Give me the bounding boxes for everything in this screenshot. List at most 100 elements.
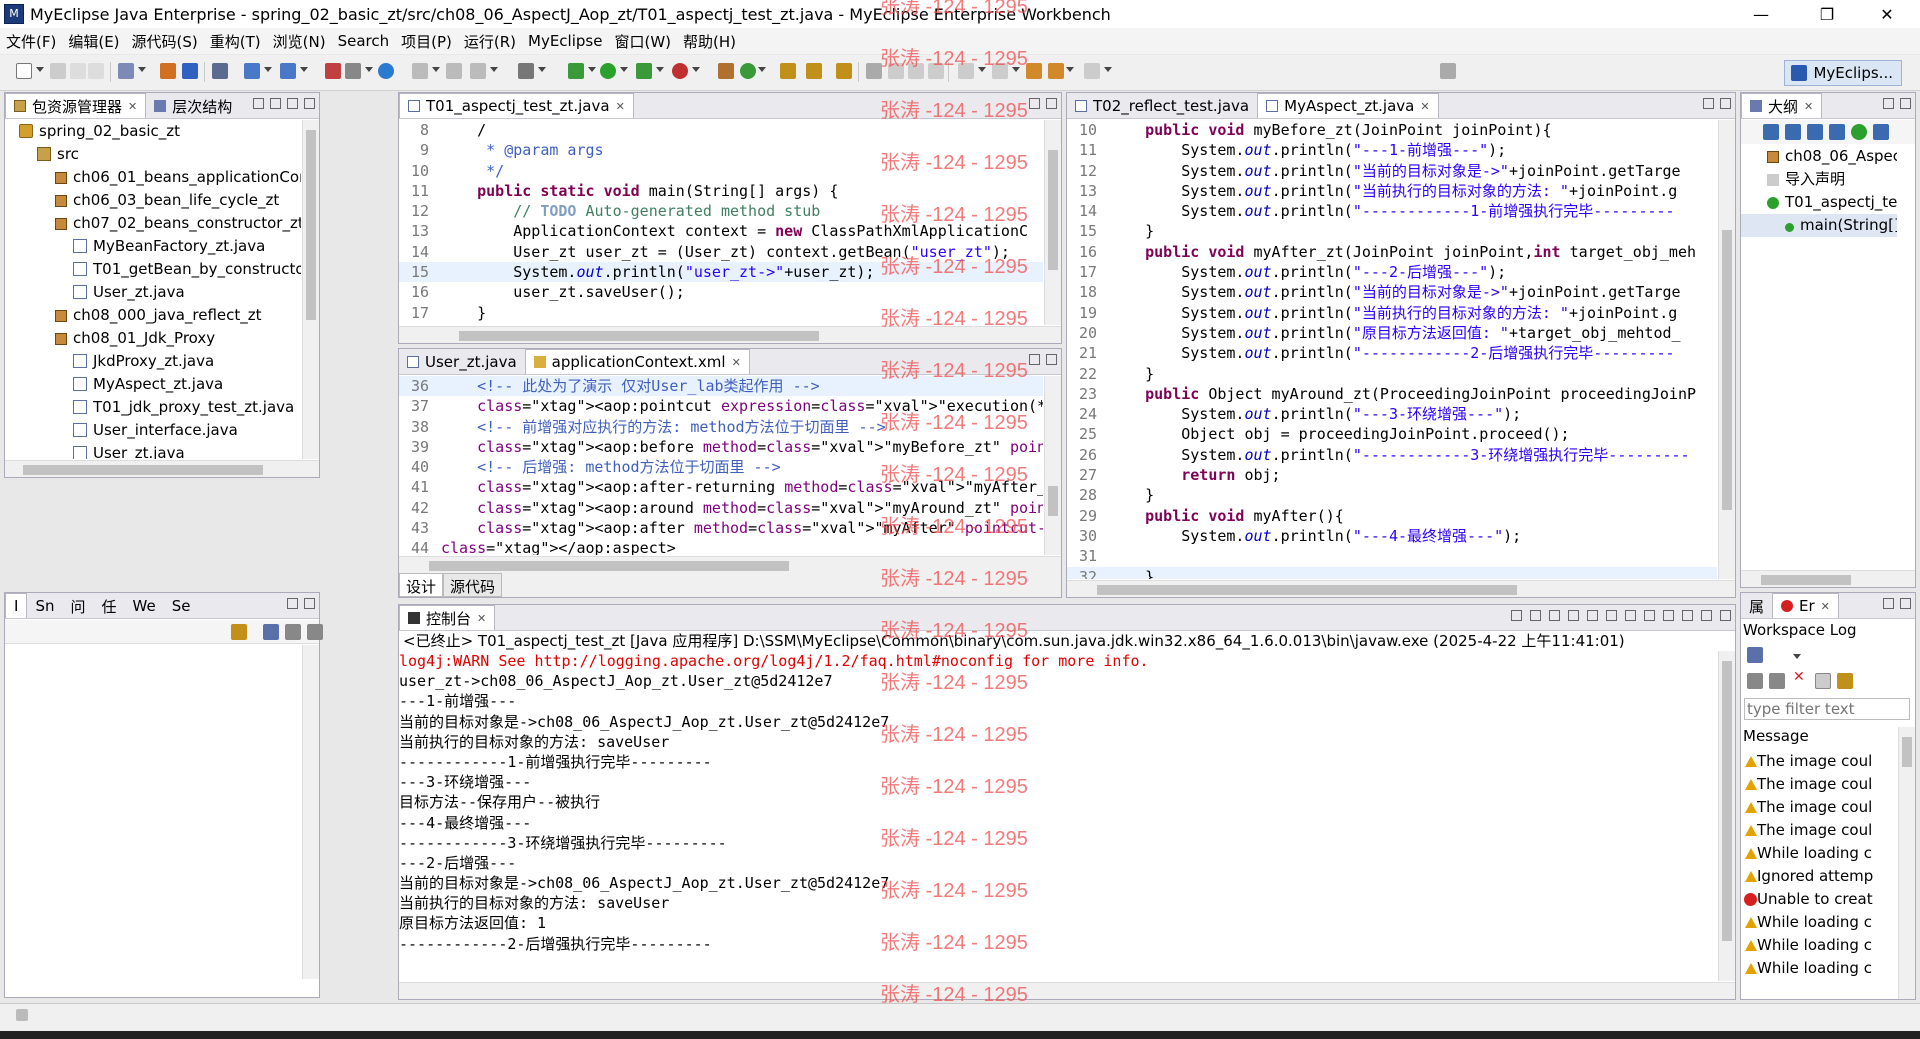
- code-line[interactable]: 18 System.out.println("当前的目标对象是->"+joinP…: [1067, 282, 1717, 302]
- tree-item-java[interactable]: User_zt.java: [5, 281, 301, 304]
- open-perspective-icon[interactable]: [1440, 63, 1456, 79]
- tab-myaspect[interactable]: MyAspect_zt.java ✕: [1257, 93, 1439, 118]
- code-line[interactable]: 14 User_zt user_zt = (User_zt) context.g…: [399, 242, 1043, 262]
- maximize-view-icon[interactable]: [1900, 598, 1911, 609]
- dropdown-icon[interactable]: [758, 67, 766, 72]
- tree-item-package[interactable]: ch08_000_java_reflect_zt: [5, 304, 301, 327]
- code-line[interactable]: 26 System.out.println("------------3-环绕增…: [1067, 445, 1717, 465]
- debug-icon[interactable]: [568, 63, 584, 79]
- hide-static-icon[interactable]: [1807, 124, 1823, 140]
- tree-item-package[interactable]: ch07_02_beans_constructor_zt: [5, 212, 301, 235]
- close-tab-icon[interactable]: ✕: [128, 100, 137, 113]
- minimize-button[interactable]: —: [1738, 0, 1784, 28]
- code-line[interactable]: 8 /: [399, 120, 1043, 140]
- log-entry[interactable]: While loading c: [1741, 957, 1897, 980]
- block-icon[interactable]: [908, 63, 924, 79]
- code-line[interactable]: 9 * @param args: [399, 140, 1043, 160]
- tree-item-package[interactable]: ch06_03_bean_life_cycle_zt: [5, 189, 301, 212]
- tab-user-zt[interactable]: User_zt.java: [399, 350, 525, 374]
- close-tab-icon[interactable]: ✕: [1420, 100, 1429, 113]
- editor3-hscrollbar[interactable]: [1067, 580, 1735, 597]
- code-line[interactable]: 10 */: [399, 161, 1043, 181]
- toggle-mark-icon[interactable]: [866, 63, 882, 79]
- run-icon[interactable]: [600, 63, 616, 79]
- refresh-icon[interactable]: [231, 624, 247, 640]
- tab-se[interactable]: Se: [164, 594, 199, 618]
- tree-item-java[interactable]: T01_jdk_proxy_test_zt.java: [5, 396, 301, 419]
- annotation-icon[interactable]: [836, 63, 852, 79]
- web-icon[interactable]: [378, 63, 394, 79]
- menu-edit[interactable]: 编辑(E): [62, 31, 125, 52]
- code-area[interactable]: 10 public void myBefore_zt(JoinPoint joi…: [1067, 120, 1717, 579]
- tool5-icon[interactable]: [470, 63, 486, 79]
- link-editor-icon[interactable]: [270, 98, 281, 109]
- maximize-view-icon[interactable]: [304, 598, 315, 609]
- save-all-icon[interactable]: [70, 63, 86, 79]
- wizard2-icon[interactable]: [280, 63, 296, 79]
- tab-problems[interactable]: 问: [62, 594, 93, 618]
- code-area[interactable]: 36 <!-- 此处为了演示 仅对User_lab类起作用 --> 37 clas…: [399, 376, 1043, 555]
- code-line[interactable]: 14 System.out.println("------------1-前增强…: [1067, 201, 1717, 221]
- code-line[interactable]: 16 user_zt.saveUser();: [399, 282, 1043, 302]
- tab-outline[interactable]: 大纲 ✕: [1741, 93, 1823, 118]
- message-column-header[interactable]: Message: [1743, 727, 1809, 745]
- code-line[interactable]: 29 public void myAfter(){: [1067, 506, 1717, 526]
- pin-console-icon[interactable]: [1644, 610, 1655, 621]
- tab-error-log[interactable]: Er ✕: [1772, 593, 1839, 618]
- outline-item-imports[interactable]: 导入声明: [1741, 168, 1897, 191]
- console-hscrollbar[interactable]: [399, 982, 1735, 999]
- dropdown-icon[interactable]: [300, 67, 308, 72]
- log-entry[interactable]: While loading c: [1741, 911, 1897, 934]
- tab-application-context[interactable]: applicationContext.xml ✕: [524, 349, 750, 374]
- clear-console-icon[interactable]: [1568, 610, 1579, 621]
- menu-run[interactable]: 运行(R): [458, 31, 522, 52]
- maximize-view-icon[interactable]: [1900, 98, 1911, 109]
- editor2-hscrollbar[interactable]: [399, 556, 1061, 573]
- display-console-icon[interactable]: [1663, 610, 1674, 621]
- tab-package-explorer[interactable]: 包资源管理器 ✕: [5, 93, 147, 118]
- code-line[interactable]: 44 class="xtag"></aop:aspect>: [399, 538, 1043, 555]
- clear-log-icon[interactable]: [1747, 673, 1763, 689]
- remove-launch-icon[interactable]: [1530, 610, 1541, 621]
- log-entry[interactable]: The image coul: [1741, 773, 1897, 796]
- error-log-vscrollbar[interactable]: [1898, 727, 1915, 999]
- export-log-icon[interactable]: [1747, 647, 1763, 663]
- zoom-out-icon[interactable]: [285, 624, 301, 640]
- zoom-in-icon[interactable]: [307, 624, 323, 640]
- dropdown-icon[interactable]: [365, 67, 373, 72]
- code-line[interactable]: 12 // TODO Auto-generated method stub: [399, 201, 1043, 221]
- code-line[interactable]: 19 System.out.println("当前执行的目标对象的方法: "+j…: [1067, 303, 1717, 323]
- close-button[interactable]: ✕: [1864, 0, 1910, 28]
- close-tab-icon[interactable]: ✕: [1821, 600, 1830, 613]
- minimize-view-icon[interactable]: [287, 98, 298, 109]
- code-line[interactable]: 23 public Object myAround_zt(ProceedingJ…: [1067, 384, 1717, 404]
- code-line[interactable]: 41 class="xtag"><aop:after-returning met…: [399, 477, 1043, 497]
- dropdown-icon[interactable]: [538, 67, 546, 72]
- deploy-icon[interactable]: [160, 63, 176, 79]
- tree-item-java[interactable]: JkdProxy_zt.java: [5, 350, 301, 373]
- menu-project[interactable]: 项目(P): [395, 31, 458, 52]
- open-console-icon[interactable]: [1682, 610, 1693, 621]
- outline-item-package[interactable]: ch08_06_Aspect: [1741, 145, 1897, 168]
- tab-console[interactable]: 控制台 ✕: [399, 605, 496, 630]
- code-line[interactable]: 36 <!-- 此处为了演示 仅对User_lab类起作用 -->: [399, 376, 1043, 397]
- maximize-button[interactable]: ❐: [1804, 0, 1850, 28]
- prev-annotation-icon[interactable]: [992, 63, 1008, 79]
- code-line[interactable]: 18: [399, 323, 1043, 325]
- tab-i[interactable]: I: [5, 593, 28, 618]
- save-icon[interactable]: [50, 63, 66, 79]
- code-line[interactable]: 10 public void myBefore_zt(JoinPoint joi…: [1067, 120, 1717, 140]
- tab-t02-reflect-test[interactable]: T02_reflect_test.java: [1067, 94, 1257, 118]
- dropdown-icon[interactable]: [692, 67, 700, 72]
- menu-source[interactable]: 源代码(S): [126, 31, 204, 52]
- show-whitespace-icon[interactable]: [928, 63, 944, 79]
- close-tab-icon[interactable]: ✕: [477, 612, 486, 625]
- log-entry[interactable]: While loading c: [1741, 842, 1897, 865]
- tool2-icon[interactable]: [345, 63, 361, 79]
- tab-properties[interactable]: 属: [1741, 594, 1772, 618]
- minimize-view-icon[interactable]: [1883, 98, 1894, 109]
- open-type-icon[interactable]: [118, 63, 134, 79]
- console-vscrollbar[interactable]: [1718, 651, 1735, 981]
- dropdown-icon[interactable]: [588, 67, 596, 72]
- new-package-icon[interactable]: [718, 63, 734, 79]
